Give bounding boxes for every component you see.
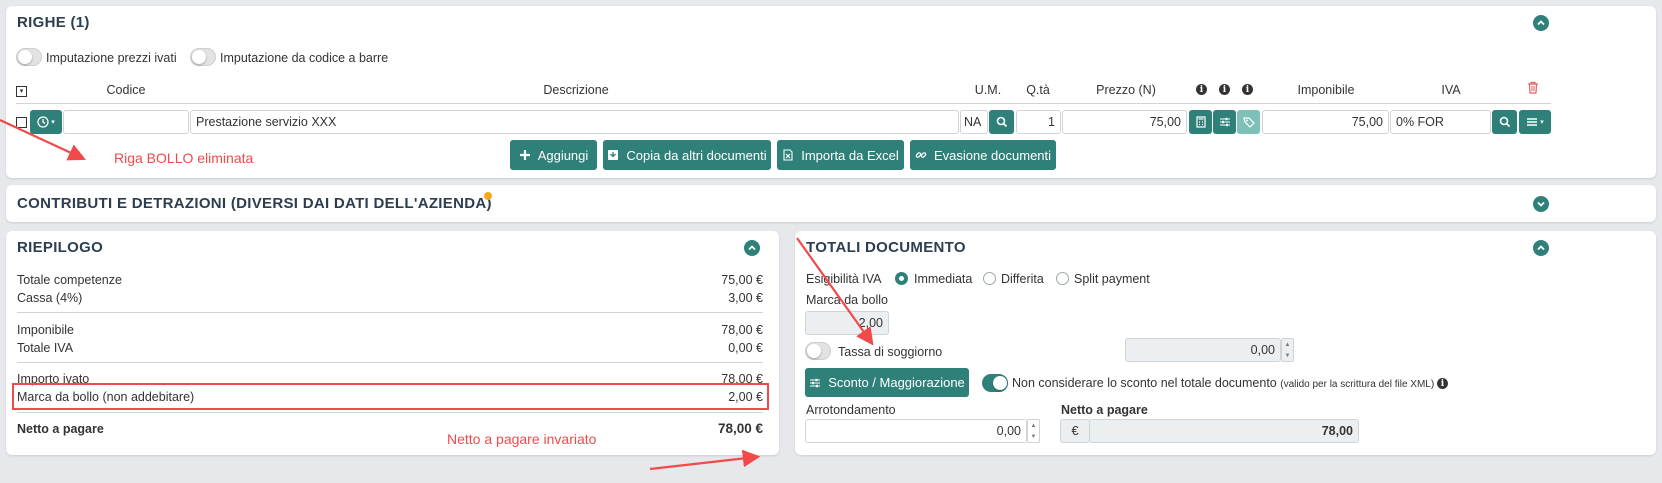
row-menu-button[interactable]: ▾ bbox=[1519, 110, 1551, 134]
annotation-netto-invariato: Netto a pagare invariato bbox=[447, 431, 597, 447]
toggle-codice-barre-label: Imputazione da codice a barre bbox=[220, 51, 389, 65]
contributi-panel: CONTRIBUTI E DETRAZIONI (DIVERSI DAI DAT… bbox=[6, 185, 1656, 222]
collapse-up-icon[interactable] bbox=[744, 240, 760, 256]
totali-documento-panel: TOTALI DOCUMENTO Esigibilità IVA Immedia… bbox=[795, 231, 1656, 455]
arrow-netto-invariato bbox=[649, 449, 761, 471]
col-header-imponibile: Imponibile bbox=[1297, 83, 1355, 97]
calculator-button[interactable] bbox=[1189, 110, 1212, 134]
header-separator bbox=[16, 103, 1551, 104]
link-icon bbox=[915, 152, 927, 158]
expand-down-icon[interactable] bbox=[1533, 196, 1549, 212]
annotation-riga-bollo: Riga BOLLO eliminata bbox=[114, 150, 254, 166]
importa-excel-button[interactable]: Importa da Excel bbox=[777, 140, 904, 170]
col-header-descrizione: Descrizione bbox=[543, 83, 609, 97]
marca-bollo-input[interactable]: 2,00 bbox=[805, 311, 889, 335]
chevron-down-icon: ▾ bbox=[51, 119, 55, 126]
contributi-title: CONTRIBUTI E DETRAZIONI (DIVERSI DAI DAT… bbox=[17, 195, 492, 212]
trash-icon[interactable] bbox=[1527, 81, 1539, 94]
non-considerare-sconto-label: Non considerare lo sconto nel totale doc… bbox=[1012, 376, 1435, 390]
divider bbox=[17, 362, 763, 363]
info-icon[interactable]: i bbox=[1242, 84, 1253, 95]
col-header-iva: IVA bbox=[1441, 83, 1461, 97]
toggle-prezzi-ivati[interactable] bbox=[16, 48, 42, 66]
arrotondamento-spinner[interactable]: ▲ ▼ bbox=[1027, 419, 1040, 443]
col-header-codice: Codice bbox=[106, 83, 146, 97]
radio-differita[interactable] bbox=[983, 272, 996, 285]
plus-icon bbox=[519, 150, 530, 160]
arrotondamento-input[interactable]: 0,00 bbox=[805, 419, 1027, 443]
riepilogo-title: RIEPILOGO bbox=[17, 239, 104, 256]
imponibile-label: Imponibile bbox=[17, 323, 74, 337]
riepilogo-panel: RIEPILOGO Totale competenze 75,00 € Cass… bbox=[6, 231, 779, 455]
sliders-button[interactable] bbox=[1213, 110, 1236, 134]
aggiungi-button[interactable]: Aggiungi bbox=[510, 140, 597, 170]
toggle-codice-barre[interactable] bbox=[190, 48, 216, 66]
imponibile-value: 78,00 € bbox=[721, 323, 763, 337]
imponibile-input[interactable]: 75,00 bbox=[1262, 110, 1389, 134]
totali-title: TOTALI DOCUMENTO bbox=[806, 239, 966, 256]
collapse-up-icon[interactable] bbox=[1533, 15, 1549, 31]
radio-differita-label: Differita bbox=[1001, 272, 1044, 286]
status-dot bbox=[484, 192, 492, 200]
row-checkbox[interactable] bbox=[16, 117, 27, 128]
radio-immediata-label: Immediata bbox=[914, 272, 973, 286]
info-icon[interactable]: i bbox=[1219, 84, 1230, 95]
tassa-soggiorno-label: Tassa di soggiorno bbox=[838, 345, 943, 359]
xml-note: (valido per la scrittura del file XML) bbox=[1280, 379, 1435, 390]
totale-competenze-label: Totale competenze bbox=[17, 273, 122, 287]
prezzo-input[interactable]: 75,00 bbox=[1062, 110, 1187, 134]
collapse-up-icon[interactable] bbox=[1533, 240, 1549, 256]
tassa-soggiorno-input[interactable]: 0,00 bbox=[1125, 338, 1281, 362]
cassa-label: Cassa (4%) bbox=[17, 291, 83, 305]
radio-immediata[interactable] bbox=[895, 272, 908, 285]
select-all-checkbox-icon[interactable]: ▾ bbox=[16, 86, 27, 97]
radio-split-payment-label: Split payment bbox=[1074, 272, 1150, 286]
copy-icon bbox=[608, 150, 619, 160]
netto-pagare-input: 78,00 bbox=[1089, 419, 1359, 443]
descrizione-input[interactable]: Prestazione servizio XXX bbox=[190, 110, 959, 134]
evasione-documenti-button[interactable]: Evasione documenti bbox=[910, 140, 1056, 170]
history-button[interactable]: ▾ bbox=[30, 110, 62, 134]
netto-pagare-field-label: Netto a pagare bbox=[1061, 403, 1148, 417]
toggle-tassa-soggiorno[interactable] bbox=[805, 342, 831, 360]
toggle-prezzi-ivati-label: Imputazione prezzi ivati bbox=[46, 51, 177, 65]
codice-input[interactable] bbox=[63, 110, 189, 134]
tassa-spinner[interactable]: ▲ ▼ bbox=[1281, 338, 1294, 362]
tag-button[interactable] bbox=[1237, 110, 1260, 134]
righe-title: RIGHE (1) bbox=[17, 14, 90, 31]
righe-panel: RIGHE (1) Imputazione prezzi ivati Imput… bbox=[6, 6, 1656, 178]
netto-pagare-label: Netto a pagare bbox=[17, 422, 104, 436]
marca-highlight-box bbox=[12, 383, 769, 410]
netto-currency-addon: € bbox=[1060, 419, 1090, 443]
totale-iva-label: Totale IVA bbox=[17, 341, 74, 355]
col-header-qta: Q.tà bbox=[1026, 83, 1050, 97]
arrotondamento-label: Arrotondamento bbox=[806, 403, 896, 417]
toggle-non-considerare-sconto[interactable] bbox=[982, 374, 1008, 392]
sliders-icon bbox=[810, 378, 821, 387]
totale-competenze-value: 75,00 € bbox=[721, 273, 763, 287]
col-header-um: U.M. bbox=[974, 83, 1002, 97]
info-icon[interactable]: i bbox=[1437, 378, 1448, 389]
sconto-maggiorazione-button[interactable]: Sconto / Maggiorazione bbox=[805, 368, 969, 397]
marca-bollo-field-label: Marca da bollo bbox=[806, 293, 888, 307]
iva-input[interactable]: 0% FOR bbox=[1390, 110, 1491, 134]
info-icon[interactable]: i bbox=[1196, 84, 1207, 95]
radio-split-payment[interactable] bbox=[1056, 272, 1069, 285]
qta-input[interactable]: 1 bbox=[1016, 110, 1061, 134]
cassa-value: 3,00 € bbox=[728, 291, 763, 305]
divider bbox=[17, 312, 763, 313]
um-search-button[interactable] bbox=[989, 110, 1014, 134]
netto-pagare-value: 78,00 € bbox=[717, 421, 763, 436]
iva-search-button[interactable] bbox=[1492, 110, 1517, 134]
excel-file-icon bbox=[783, 149, 793, 161]
col-header-prezzo: Prezzo (N) bbox=[1096, 83, 1156, 97]
um-input[interactable]: NA bbox=[960, 110, 988, 134]
esigibilita-iva-label: Esigibilità IVA bbox=[806, 272, 882, 286]
divider bbox=[17, 412, 763, 413]
totale-iva-value: 0,00 € bbox=[728, 341, 763, 355]
copia-documenti-button[interactable]: Copia da altri documenti bbox=[603, 140, 771, 170]
chevron-down-icon: ▾ bbox=[1540, 119, 1544, 126]
